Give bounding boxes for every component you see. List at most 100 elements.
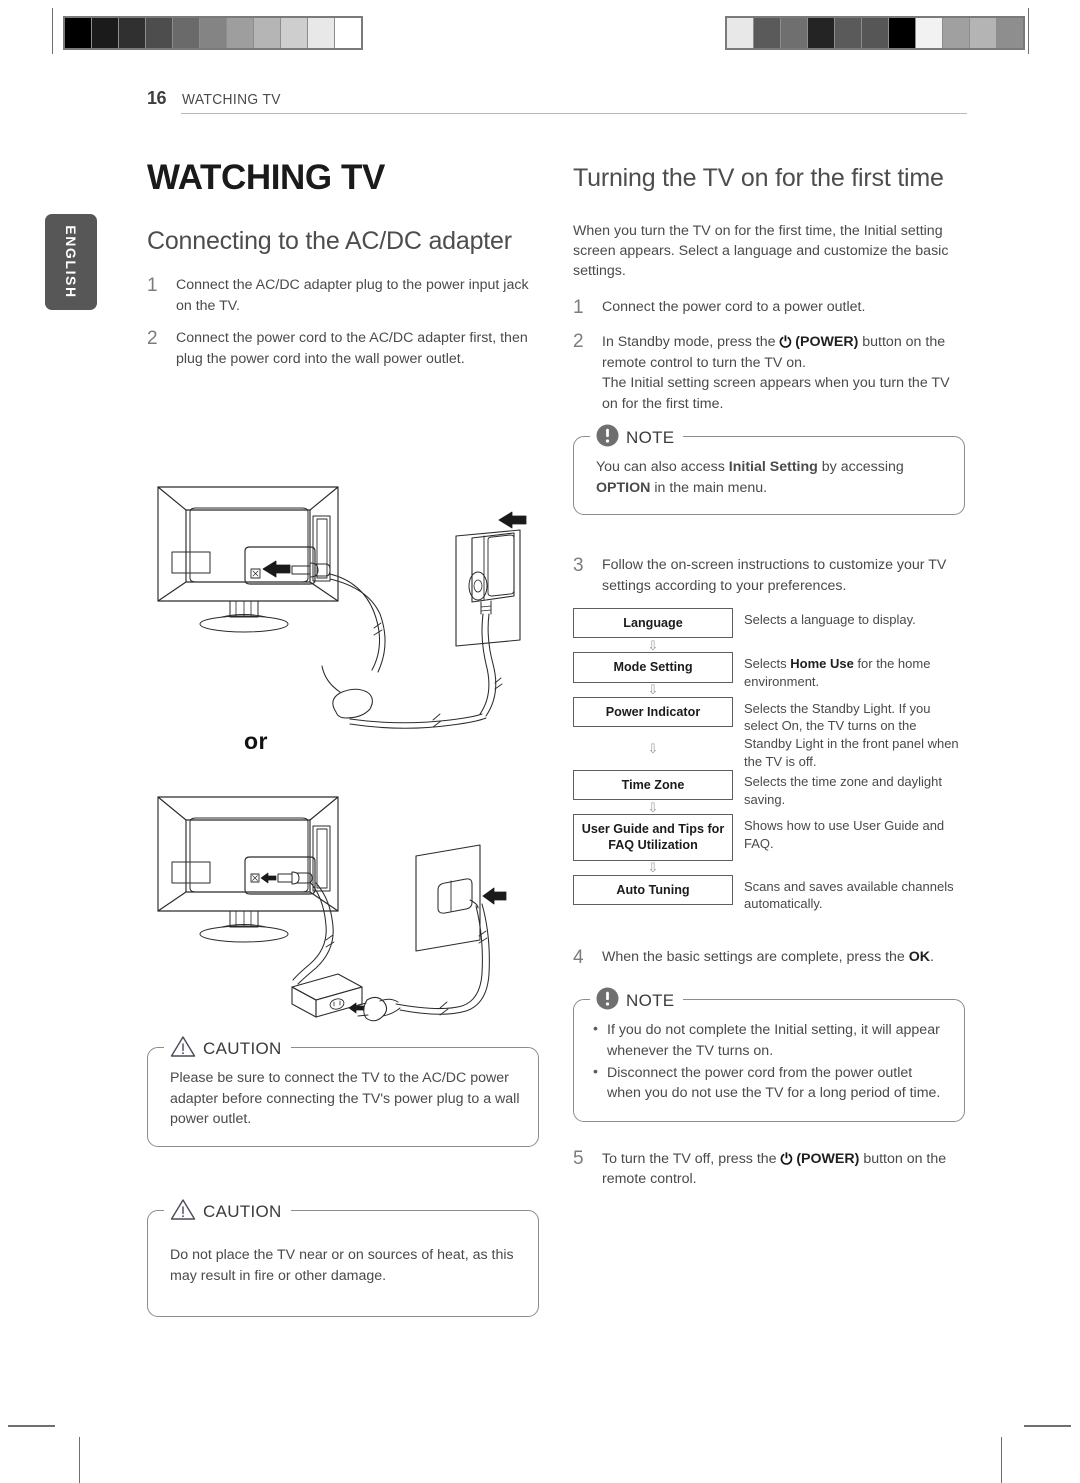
registration-swatch xyxy=(835,18,862,48)
or-label: or xyxy=(244,728,268,754)
note1-bold-b: OPTION xyxy=(596,479,651,496)
registration-swatch xyxy=(862,18,889,48)
note2-bullet-list: If you do not complete the Initial setti… xyxy=(592,1019,946,1104)
step4-text-a: When the basic settings are complete, pr… xyxy=(602,948,909,965)
language-tab: ENGLISH xyxy=(45,214,97,310)
left-column: WATCHING TV Connecting to the AC/DC adap… xyxy=(147,159,539,381)
registration-swatch xyxy=(200,18,227,48)
mode-desc-bold: Home Use xyxy=(790,656,854,672)
crop-mark-top-left xyxy=(52,8,53,54)
note-text-1: You can also access Initial Setting by a… xyxy=(596,457,946,498)
registration-swatch xyxy=(754,18,781,48)
note-box-2: NOTE If you do not complete the Initial … xyxy=(573,987,965,1122)
registration-swatch xyxy=(335,18,361,48)
list-item: 1 Connect the power cord to a power outl… xyxy=(573,297,965,319)
flow-desc-text: Scans and saves available channels autom… xyxy=(744,878,954,912)
flow-box-user-guide: User Guide and Tips for FAQ Utilization xyxy=(573,814,733,861)
registration-swatch xyxy=(173,18,200,48)
initial-setting-flowchart: Language ⇩ Selects a language to display… xyxy=(573,608,965,913)
registration-swatch xyxy=(970,18,997,48)
caution-text-1: Please be sure to connect the TV to the … xyxy=(170,1070,520,1128)
list-item: 2 Connect the power cord to the AC/DC ad… xyxy=(147,328,539,369)
list-item: Disconnect the power cord from the power… xyxy=(592,1062,946,1104)
list-item: 2 In Standby mode, press the ⏻ (POWER) b… xyxy=(573,331,965,414)
flow-desc-text: Selects a language to display. xyxy=(744,612,916,628)
registration-swatch xyxy=(119,18,146,48)
exclamation-circle-icon xyxy=(596,987,619,1015)
flow-arrow-2: ⇩ xyxy=(573,683,733,697)
registration-swatch xyxy=(308,18,335,48)
note-caption-2: NOTE xyxy=(590,987,684,1016)
step-text: In Standby mode, press the ⏻ (POWER) but… xyxy=(602,331,965,414)
illustration-tv-brick-adapter xyxy=(150,788,550,1033)
registration-bar-left xyxy=(63,16,363,50)
note-caption-label-2: NOTE xyxy=(626,991,675,1011)
note-caption-label-1: NOTE xyxy=(626,428,675,448)
step-text: Connect the AC/DC adapter plug to the po… xyxy=(176,277,529,314)
step-number: 5 xyxy=(573,1147,584,1169)
caution-caption-1: CAUTION xyxy=(164,1035,291,1063)
step2-power-label: (POWER) xyxy=(791,334,859,351)
registration-swatch xyxy=(997,18,1023,48)
step-number: 2 xyxy=(573,331,584,353)
step-text: When the basic settings are complete, pr… xyxy=(602,947,965,969)
flow-desc-user-guide: Shows how to use User Guide and FAQ. xyxy=(744,814,965,874)
down-arrow-icon: ⇩ xyxy=(647,860,659,876)
step-text: Follow the on-screen instructions to cus… xyxy=(602,557,947,594)
registration-swatch xyxy=(92,18,119,48)
power-icon: ⏻ xyxy=(779,334,792,352)
note1-text-b: by accessing xyxy=(817,459,904,476)
flow-cell-mode-setting: Mode Setting ⇩ xyxy=(573,652,733,696)
flow-desc-auto-tuning: Scans and saves available channels autom… xyxy=(744,875,965,913)
section-title-connecting: Connecting to the AC/DC adapter xyxy=(147,226,512,255)
note1-text-a: You can also access xyxy=(596,459,729,476)
mode-desc-a: Selects xyxy=(744,656,791,672)
down-arrow-icon: ⇩ xyxy=(647,682,659,698)
flow-desc-text: Selects the Standby Light. If you select… xyxy=(744,700,959,769)
registration-swatch xyxy=(916,18,943,48)
step4-list: 4 When the basic settings are complete, … xyxy=(573,947,965,969)
list-item: 1 Connect the AC/DC adapter plug to the … xyxy=(147,275,539,316)
down-arrow-icon: ⇩ xyxy=(647,799,659,815)
step2-line2: The Initial setting screen appears when … xyxy=(602,375,950,412)
step4-text-b: . xyxy=(930,948,934,965)
page-number: 16 xyxy=(147,88,167,108)
crop-mark-top-right xyxy=(1028,8,1029,54)
registration-swatch xyxy=(808,18,835,48)
step-text: To turn the TV off, press the ⏻ (POWER) … xyxy=(602,1148,965,1190)
flow-box-auto-tuning: Auto Tuning xyxy=(573,874,733,905)
caution-box-2: CAUTION Do not place the TV near or on s… xyxy=(147,1198,539,1318)
flow-box-power-indicator: Power Indicator xyxy=(573,696,733,727)
connecting-steps-list: 1 Connect the AC/DC adapter plug to the … xyxy=(147,275,539,369)
flow-cell-user-guide: User Guide and Tips for FAQ Utilization … xyxy=(573,814,733,874)
section-title-turning-on: Turning the TV on for the first time xyxy=(573,164,944,192)
flow-desc-text: Shows how to use User Guide and FAQ. xyxy=(744,818,945,852)
step-number: 2 xyxy=(147,328,158,350)
step4-ok-label: OK xyxy=(908,948,931,965)
turning-on-intro: When you turn the TV on for the first ti… xyxy=(573,222,949,279)
running-section-name: WATCHING TV xyxy=(182,91,281,108)
flow-cell-language: Language ⇩ xyxy=(573,608,733,652)
crop-mark-bottom-right-v xyxy=(1001,1437,1002,1483)
flow-desc-text: Selects the time zone and daylight savin… xyxy=(744,774,943,807)
step3-list: 3 Follow the on-screen instructions to c… xyxy=(573,555,965,596)
step-number: 1 xyxy=(147,275,158,297)
power-icon: ⏻ xyxy=(780,1150,793,1168)
down-arrow-icon: ⇩ xyxy=(647,637,659,653)
caution-caption-label-1: CAUTION xyxy=(203,1039,282,1058)
flow-arrow-5: ⇩ xyxy=(573,861,733,875)
note-caption-1: NOTE xyxy=(590,424,684,453)
flow-cell-power-indicator: Power Indicator ⇩ xyxy=(573,696,733,771)
step-text: Connect the power cord to the AC/DC adap… xyxy=(176,330,528,367)
registration-swatch xyxy=(254,18,281,48)
flow-desc-text: Selects Home Use for the home environmen… xyxy=(744,655,965,690)
running-head-rule xyxy=(181,113,967,114)
flow-desc-mode-setting: Selects Home Use for the home environmen… xyxy=(744,652,965,696)
step5-power-label: (POWER) xyxy=(792,1150,860,1167)
caution-box-1: CAUTION Please be sure to connect the TV… xyxy=(147,1035,539,1147)
list-item: 3 Follow the on-screen instructions to c… xyxy=(573,555,965,596)
flow-box-mode-setting: Mode Setting xyxy=(573,652,733,683)
flow-box-time-zone: Time Zone xyxy=(573,770,733,801)
note1-text-c: in the main menu. xyxy=(650,479,768,496)
crop-mark-bottom-left-v xyxy=(79,1437,80,1483)
